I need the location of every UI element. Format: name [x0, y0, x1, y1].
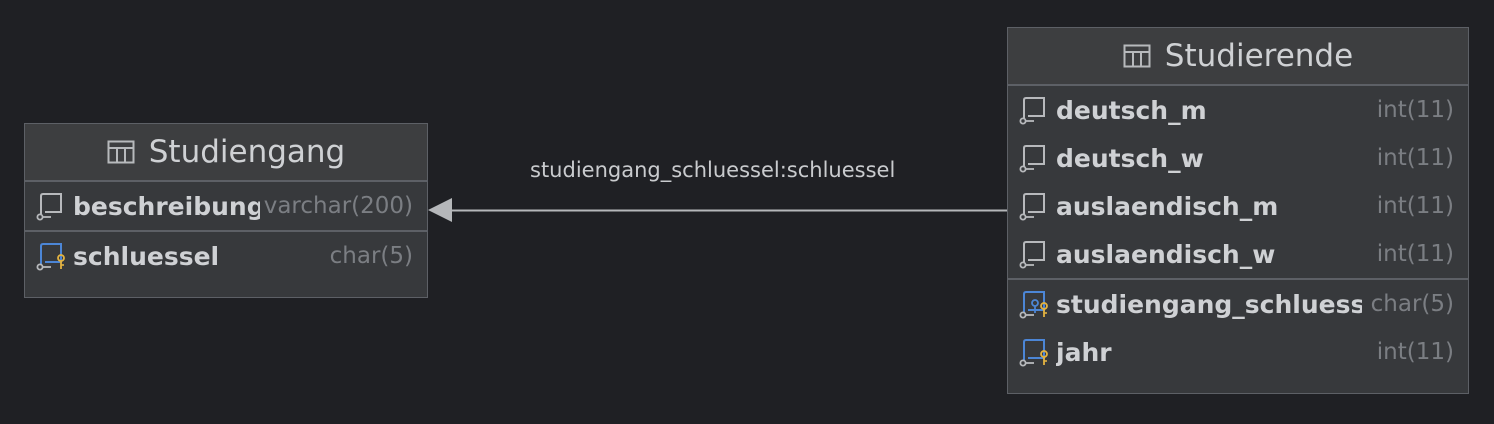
column-row[interactable]: jahr int(11) — [1008, 328, 1468, 376]
column-row[interactable]: beschreibung varchar(200) — [25, 182, 427, 230]
column-row[interactable]: studiengang_schluessel char(5) — [1008, 280, 1468, 328]
column-name: studiengang_schluessel — [1056, 289, 1362, 319]
entity-studiengang[interactable]: Studiengang beschreibung varchar(200) schl… — [24, 123, 428, 298]
column-name: deutsch_w — [1056, 143, 1204, 173]
entity-title: Studiengang — [148, 134, 346, 170]
column-type: char(5) — [1370, 291, 1454, 317]
column-type: int(11) — [1376, 145, 1454, 171]
column-type: int(11) — [1376, 97, 1454, 123]
entity-studierende[interactable]: Studierende deutsch_m int(11) deutsch_w int… — [1007, 27, 1469, 394]
column-name: auslaendisch_m — [1056, 191, 1279, 221]
table-icon — [1123, 44, 1151, 68]
column-type: char(5) — [329, 243, 413, 269]
column-type: int(11) — [1376, 193, 1454, 219]
entity-header[interactable]: Studierende — [1008, 28, 1468, 86]
primary-foreign-key-column-icon — [1019, 291, 1048, 319]
column-name: schluessel — [73, 241, 220, 271]
column-name: beschreibung — [73, 191, 260, 221]
column-row[interactable]: auslaendisch_m int(11) — [1008, 182, 1468, 230]
column-row[interactable]: auslaendisch_w int(11) — [1008, 230, 1468, 278]
column-icon — [1019, 193, 1045, 221]
column-type: int(11) — [1376, 339, 1454, 365]
column-type: int(11) — [1376, 241, 1454, 267]
column-row[interactable]: deutsch_m int(11) — [1008, 86, 1468, 134]
column-row[interactable]: deutsch_w int(11) — [1008, 134, 1468, 182]
column-type: varchar(200) — [263, 193, 413, 219]
column-name: deutsch_m — [1056, 95, 1207, 125]
relationship-arrowhead — [428, 198, 452, 222]
primary-key-column-icon — [1019, 339, 1048, 367]
column-name: jahr — [1056, 337, 1112, 367]
column-icon — [1019, 145, 1045, 173]
column-icon — [1019, 241, 1045, 269]
primary-key-column-icon — [36, 243, 65, 271]
column-icon — [1019, 97, 1045, 125]
relationship-label: studiengang_schluessel:schluessel — [530, 158, 896, 182]
entity-header[interactable]: Studiengang — [25, 124, 427, 182]
column-row[interactable]: schluessel char(5) — [25, 232, 427, 280]
column-icon — [36, 193, 62, 221]
entity-title: Studierende — [1164, 38, 1354, 74]
column-name: auslaendisch_w — [1056, 239, 1276, 269]
table-icon — [107, 140, 135, 164]
